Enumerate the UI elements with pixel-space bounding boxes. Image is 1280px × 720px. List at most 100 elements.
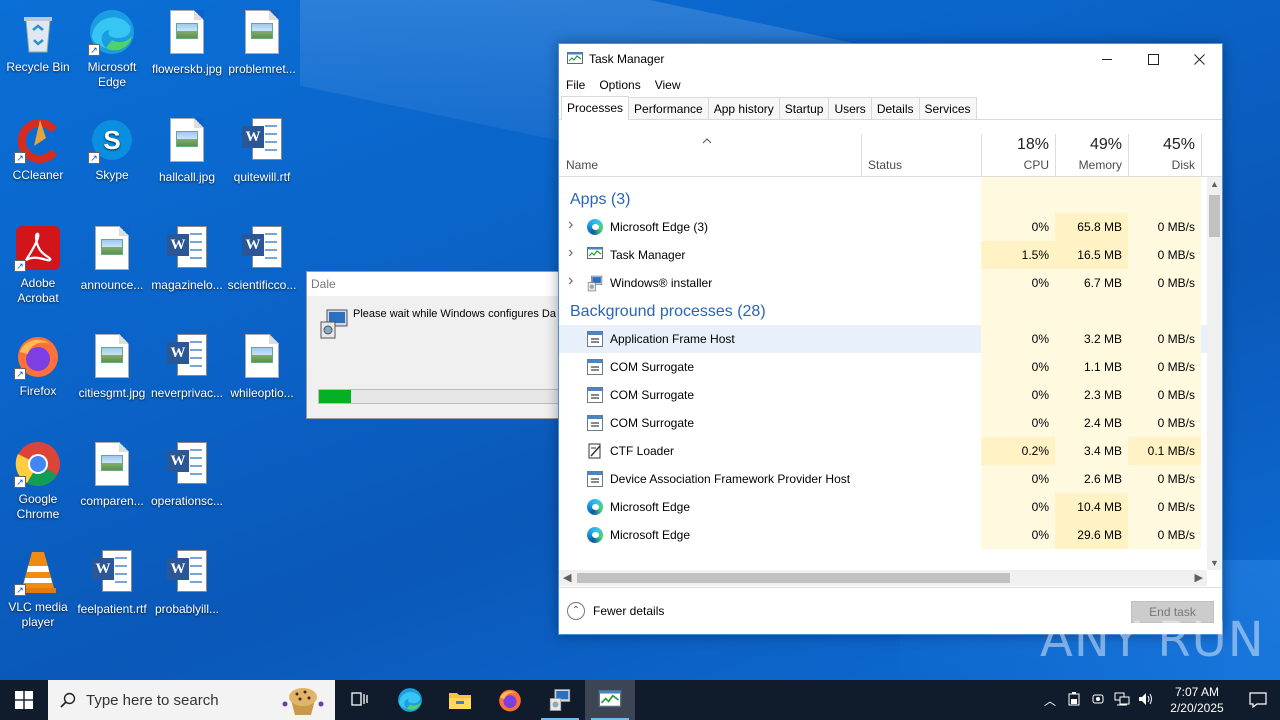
desktop-icon-skype[interactable]: S ↗ Skype (74, 116, 150, 183)
desktop-icon-vlc[interactable]: ↗ VLC media player (0, 548, 76, 630)
word-document-icon: W (238, 118, 286, 166)
desktop-icon-file[interactable]: W scientificco... (224, 224, 300, 293)
chevron-right-icon[interactable]: › (568, 216, 573, 234)
desktop-icon-file[interactable]: W feelpatient.rtf (74, 548, 150, 617)
column-header-cpu[interactable]: 18% CPU (981, 134, 1055, 177)
desktop-icon-adobe-acrobat[interactable]: ↗ Adobe Acrobat (0, 224, 76, 306)
battery-icon[interactable] (1062, 691, 1086, 709)
minimize-button[interactable] (1084, 44, 1130, 74)
column-header-status[interactable]: Status (861, 134, 981, 177)
heat-cell (1128, 185, 1201, 213)
shortcut-arrow-icon: ↗ (14, 368, 26, 380)
desktop-icon-file[interactable]: W magazinelo... (149, 224, 225, 293)
process-row[interactable]: 0% 2.4 MB 0 MB/s COM Surrogate (559, 409, 1207, 437)
vertical-scroll-thumb[interactable] (1209, 195, 1220, 237)
edge-icon (398, 688, 422, 712)
device-icon[interactable] (1086, 692, 1110, 709)
chevron-right-icon[interactable]: › (568, 272, 573, 290)
tab-performance[interactable]: Performance (628, 97, 709, 119)
image-file-icon (163, 10, 211, 58)
tab-app-history[interactable]: App history (707, 97, 780, 119)
chevron-up-icon[interactable]: ︿ (1038, 692, 1062, 709)
scroll-up-icon[interactable]: ▲ (1207, 179, 1222, 189)
start-button[interactable] (0, 680, 48, 720)
tab-details[interactable]: Details (870, 97, 920, 119)
task-manager-titlebar[interactable]: Task Manager (559, 44, 1222, 74)
group-apps[interactable]: Apps (3) (559, 185, 1207, 213)
installer-progress-bar (318, 389, 568, 404)
process-cpu: 0% (1031, 416, 1049, 430)
scroll-left-icon[interactable]: ◀ (563, 571, 571, 584)
desktop-icon-label: problemret... (228, 62, 296, 76)
process-name: Windows® installer (610, 276, 713, 290)
process-row[interactable]: 0% 3.2 MB 0 MB/s Application Frame Host (559, 325, 1207, 353)
taskbar-file-explorer[interactable] (435, 680, 485, 720)
process-row[interactable]: 0.2% 3.4 MB 0.1 MB/s CTF Loader (559, 437, 1207, 465)
desktop-icon-file[interactable]: citiesgmt.jpg (74, 332, 150, 401)
desktop-icon-file[interactable]: W operationsc... (149, 440, 225, 509)
desktop-icon-microsoft-edge[interactable]: ↗ Microsoft Edge (74, 8, 150, 90)
taskbar-task-manager[interactable] (585, 680, 635, 720)
process-row[interactable]: 0% 10.4 MB 0 MB/s Microsoft Edge (559, 493, 1207, 521)
desktop-icon-recycle-bin[interactable]: Recycle Bin (0, 8, 76, 75)
desktop-icon-ccleaner[interactable]: ↗ CCleaner (0, 116, 76, 183)
process-row[interactable]: 0% 65.8 MB 0 MB/s › Microsoft Edge (3) (559, 213, 1207, 241)
memory-percent: 49% (1089, 136, 1122, 153)
close-button[interactable] (1176, 44, 1222, 74)
process-row[interactable]: 0% 1.1 MB 0 MB/s COM Surrogate (559, 353, 1207, 381)
volume-icon[interactable] (1134, 692, 1158, 709)
scroll-right-icon[interactable]: ▶ (1195, 571, 1203, 584)
desktop-icon-file[interactable]: announce... (74, 224, 150, 293)
desktop-icon-file[interactable]: whileoptio... (224, 332, 300, 401)
tab-services[interactable]: Services (918, 97, 977, 119)
desktop-icon-file[interactable]: hallcall.jpg (149, 116, 225, 185)
horizontal-scrollbar[interactable]: ◀ ▶ (559, 570, 1207, 586)
tab-users[interactable]: Users (828, 97, 872, 119)
taskbar-search-box[interactable]: Type here to search (48, 680, 335, 720)
group-background-processes[interactable]: Background processes (28) (559, 297, 1207, 325)
taskbar-firefox[interactable] (485, 680, 535, 720)
column-header-disk[interactable]: 45% Disk (1128, 134, 1201, 177)
process-name: Microsoft Edge (610, 500, 691, 514)
process-memory: 6.7 MB (1083, 276, 1122, 290)
image-file-icon (88, 442, 136, 490)
taskbar-windows-installer[interactable] (535, 680, 585, 720)
desktop-icon-file[interactable]: W probablyill... (149, 548, 225, 617)
menu-file[interactable]: File (566, 78, 585, 92)
process-memory: 10.4 MB (1077, 500, 1122, 514)
desktop-icon-file[interactable]: comparen... (74, 440, 150, 509)
chevron-right-icon[interactable]: › (568, 244, 573, 262)
tab-startup[interactable]: Startup (778, 97, 830, 119)
process-row[interactable]: 0% 29.6 MB 0 MB/s Microsoft Edge (559, 521, 1207, 549)
process-row[interactable]: 0% 2.6 MB 0 MB/s Device Association Framewo… (559, 465, 1207, 493)
desktop-icon-file[interactable]: flowerskb.jpg (149, 8, 225, 77)
process-memory: 3.2 MB (1083, 332, 1122, 346)
notification-center-button[interactable] (1236, 692, 1280, 708)
desktop-icon-file[interactable]: problemret... (224, 8, 300, 77)
menu-view[interactable]: View (655, 78, 681, 92)
desktop-icon-firefox[interactable]: ↗ Firefox (0, 332, 76, 399)
desktop-icon-file[interactable]: W neverprivac... (149, 332, 225, 401)
maximize-button[interactable] (1130, 44, 1176, 74)
column-header-name[interactable]: Name (559, 134, 861, 177)
process-row[interactable]: 0% 2.3 MB 0 MB/s COM Surrogate (559, 381, 1207, 409)
column-header-memory[interactable]: 49% Memory (1055, 134, 1128, 177)
installer-dialog-title[interactable]: Dale (307, 272, 567, 296)
fewer-details-button[interactable]: ⌃ Fewer details (567, 602, 664, 620)
taskbar-clock[interactable]: 7:07 AM 2/20/2025 (1158, 684, 1236, 716)
desktop-icon-google-chrome[interactable]: ↗ Google Chrome (0, 440, 76, 522)
scroll-down-icon[interactable]: ▼ (1207, 558, 1222, 568)
horizontal-scroll-thumb[interactable] (577, 573, 1010, 583)
process-row[interactable]: 1.5% 16.5 MB 0 MB/s › Task Manager (559, 241, 1207, 269)
desktop-icon-label: Microsoft Edge (87, 60, 137, 89)
task-view-button[interactable] (335, 680, 385, 720)
process-row[interactable]: 0% 6.7 MB 0 MB/s › Windows® installer (559, 269, 1207, 297)
desktop-icon-file[interactable]: W quitewill.rtf (224, 116, 300, 185)
vertical-scrollbar[interactable]: ▲ ▼ (1207, 177, 1222, 570)
edge-icon (587, 499, 603, 515)
tab-processes[interactable]: Processes (561, 96, 630, 120)
process-memory: 1.1 MB (1083, 360, 1122, 374)
menu-options[interactable]: Options (599, 78, 640, 92)
network-icon[interactable] (1110, 692, 1134, 709)
taskbar-edge[interactable] (385, 680, 435, 720)
